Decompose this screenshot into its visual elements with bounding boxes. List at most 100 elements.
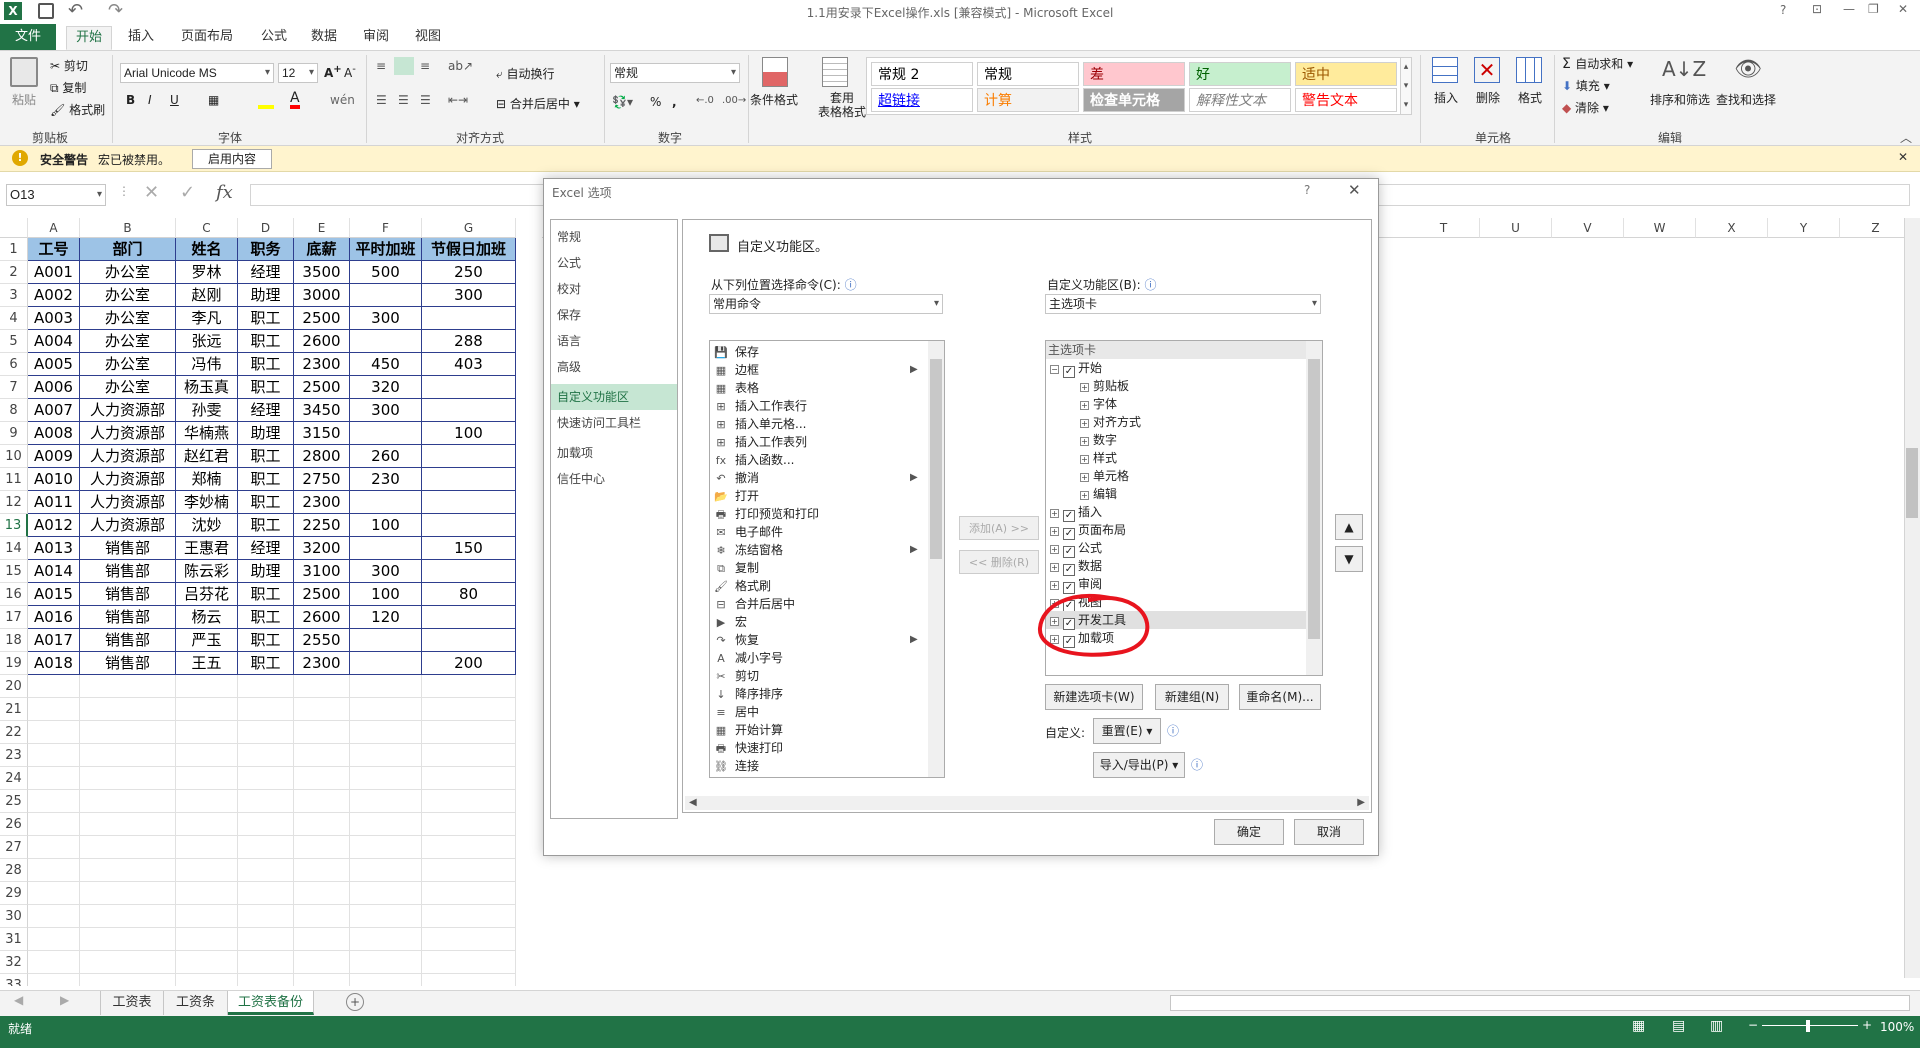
- insert-function-button[interactable]: fx: [216, 182, 233, 203]
- empty-cell[interactable]: [80, 905, 176, 928]
- table-cell[interactable]: 助理: [238, 284, 294, 307]
- cell-style-item[interactable]: 适中: [1295, 62, 1397, 86]
- empty-cell[interactable]: [422, 905, 516, 928]
- empty-cell[interactable]: [80, 721, 176, 744]
- paste-icon[interactable]: [10, 57, 38, 87]
- command-list-item[interactable]: ⊞ 插入工作表行: [710, 397, 926, 415]
- table-cell[interactable]: 职工: [238, 629, 294, 652]
- add-button[interactable]: 添加(A) >>: [959, 516, 1039, 540]
- empty-cell[interactable]: [350, 698, 422, 721]
- format-cells-button[interactable]: 格式: [1518, 89, 1542, 106]
- empty-cell[interactable]: [350, 905, 422, 928]
- table-cell[interactable]: 助理: [238, 560, 294, 583]
- empty-cell[interactable]: [80, 951, 176, 974]
- ribbon-display-icon[interactable]: ⊡: [1812, 2, 1822, 16]
- row-header[interactable]: 5: [0, 330, 28, 353]
- table-cell[interactable]: [422, 307, 516, 330]
- table-cell[interactable]: A002: [28, 284, 80, 307]
- table-cell[interactable]: 3000: [294, 284, 350, 307]
- table-cell[interactable]: 250: [422, 261, 516, 284]
- merge-center-button[interactable]: ⊟ 合并后居中 ▾: [496, 95, 580, 112]
- column-header[interactable]: V: [1552, 218, 1624, 238]
- table-cell[interactable]: [422, 445, 516, 468]
- tab-data[interactable]: 数据: [302, 26, 346, 50]
- table-cell[interactable]: 人力资源部: [80, 399, 176, 422]
- grow-font-icon[interactable]: A+: [324, 64, 342, 80]
- clear-button[interactable]: ◆ 清除 ▾: [1562, 99, 1609, 116]
- command-list-item[interactable]: 📂 打开: [710, 487, 926, 505]
- tab-home[interactable]: 开始: [66, 26, 112, 50]
- table-cell[interactable]: 100: [350, 583, 422, 606]
- tab-insert[interactable]: 插入: [118, 26, 164, 50]
- empty-cell[interactable]: [422, 767, 516, 790]
- table-cell[interactable]: 办公室: [80, 330, 176, 353]
- row-header[interactable]: 32: [0, 951, 28, 974]
- zoom-slider[interactable]: [1762, 1025, 1858, 1026]
- row-header[interactable]: 19: [0, 652, 28, 675]
- empty-cell[interactable]: [422, 928, 516, 951]
- ribbon-tree-item[interactable]: + ✓ 页面布局: [1046, 521, 1306, 540]
- table-cell[interactable]: 办公室: [80, 261, 176, 284]
- empty-cell[interactable]: [238, 767, 294, 790]
- table-cell[interactable]: 销售部: [80, 606, 176, 629]
- table-cell[interactable]: [422, 376, 516, 399]
- empty-cell[interactable]: [176, 790, 238, 813]
- empty-cell[interactable]: [294, 721, 350, 744]
- ribbon-tree-item[interactable]: + 对齐方式: [1046, 413, 1306, 431]
- table-cell[interactable]: 李妙楠: [176, 491, 238, 514]
- table-cell[interactable]: [422, 514, 516, 537]
- scrollbar-thumb[interactable]: [1906, 448, 1918, 518]
- empty-cell[interactable]: [294, 951, 350, 974]
- command-list-item[interactable]: ↓ 降序排序: [710, 685, 926, 703]
- rename-button[interactable]: 重命名(M)...: [1239, 684, 1321, 710]
- row-header[interactable]: 12: [0, 491, 28, 514]
- empty-cell[interactable]: [28, 767, 80, 790]
- column-header[interactable]: Y: [1768, 218, 1840, 238]
- table-cell[interactable]: 200: [422, 652, 516, 675]
- command-list-item[interactable]: ↷ 恢复 ▶: [710, 631, 926, 649]
- align-right-icon[interactable]: ☰: [420, 93, 431, 107]
- empty-cell[interactable]: [422, 790, 516, 813]
- table-cell[interactable]: 王惠君: [176, 537, 238, 560]
- table-header-cell[interactable]: 底薪: [294, 238, 350, 261]
- table-cell[interactable]: A009: [28, 445, 80, 468]
- table-cell[interactable]: 办公室: [80, 284, 176, 307]
- enable-content-button[interactable]: 启用内容: [192, 149, 272, 169]
- format-as-table-icon[interactable]: [822, 57, 848, 87]
- new-tab-button[interactable]: 新建选项卡(W): [1045, 684, 1143, 710]
- table-cell[interactable]: 赵刚: [176, 284, 238, 307]
- empty-cell[interactable]: [422, 882, 516, 905]
- empty-cell[interactable]: [422, 974, 516, 986]
- cell-style-item[interactable]: 差: [1083, 62, 1185, 86]
- row-header[interactable]: 2: [0, 261, 28, 284]
- decrease-decimal-icon[interactable]: .00→: [722, 95, 746, 106]
- select-all-corner[interactable]: [0, 218, 28, 238]
- copy-button[interactable]: ⧉ 复制: [50, 79, 86, 96]
- page-layout-view-icon[interactable]: ▤: [1672, 1018, 1685, 1034]
- help-icon[interactable]: ?: [1780, 3, 1786, 17]
- table-header-cell[interactable]: 节假日加班: [422, 238, 516, 261]
- empty-cell[interactable]: [176, 813, 238, 836]
- delete-cells-button[interactable]: 删除: [1476, 89, 1500, 106]
- empty-cell[interactable]: [238, 790, 294, 813]
- sheet-tab-payslip[interactable]: 工资条: [164, 991, 228, 1015]
- expand-icon[interactable]: +: [1080, 455, 1089, 464]
- ribbon-tree-item[interactable]: + 样式: [1046, 449, 1306, 467]
- bold-button[interactable]: B: [126, 93, 135, 107]
- table-cell[interactable]: A014: [28, 560, 80, 583]
- options-nav-item[interactable]: 公式: [551, 250, 677, 276]
- table-cell[interactable]: 李凡: [176, 307, 238, 330]
- row-header[interactable]: 17: [0, 606, 28, 629]
- sort-filter-icon[interactable]: A↓Z: [1662, 57, 1706, 81]
- percent-button[interactable]: %: [650, 95, 661, 109]
- table-cell[interactable]: 张远: [176, 330, 238, 353]
- table-cell[interactable]: 2600: [294, 330, 350, 353]
- empty-cell[interactable]: [238, 928, 294, 951]
- row-header[interactable]: 29: [0, 882, 28, 905]
- command-list-item[interactable]: ↶ 撤消 ▶: [710, 469, 926, 487]
- table-cell[interactable]: A016: [28, 606, 80, 629]
- options-nav-item[interactable]: 高级: [551, 354, 677, 380]
- empty-cell[interactable]: [350, 721, 422, 744]
- column-header[interactable]: A: [28, 218, 80, 238]
- command-list-item[interactable]: ▦ 开始计算: [710, 721, 926, 739]
